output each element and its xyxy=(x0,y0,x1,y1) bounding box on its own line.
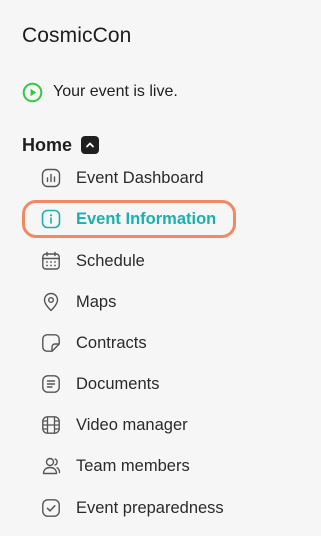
nav-item-team-members[interactable]: Team members xyxy=(22,447,236,485)
team-icon xyxy=(40,455,62,477)
video-icon xyxy=(40,414,62,436)
nav-item-documents[interactable]: Documents xyxy=(22,365,236,403)
nav-label: Team members xyxy=(76,456,190,475)
info-icon xyxy=(40,208,62,230)
nav-label: Event preparedness xyxy=(76,498,224,517)
checklist-icon xyxy=(40,497,62,519)
chart-icon xyxy=(40,167,62,189)
nav-label: Schedule xyxy=(76,251,145,270)
nav-item-schedule[interactable]: Schedule xyxy=(22,242,236,280)
contract-icon xyxy=(40,332,62,354)
map-pin-icon xyxy=(40,291,62,313)
status-text: Your event is live. xyxy=(53,83,178,100)
app-title: CosmicCon xyxy=(22,24,132,47)
nav-label: Event Dashboard xyxy=(76,168,204,187)
nav-item-event-information[interactable]: Event Information xyxy=(22,200,236,238)
sidebar: CosmicCon Your event is live. Home Event… xyxy=(0,0,321,536)
calendar-icon xyxy=(40,250,62,272)
nav-item-event-dashboard[interactable]: Event Dashboard xyxy=(22,159,236,197)
play-circle-icon xyxy=(22,82,43,103)
chevron-up-icon xyxy=(86,142,94,148)
section-header-home: Home xyxy=(22,134,100,156)
event-status: Your event is live. xyxy=(22,81,178,103)
nav-item-video-manager[interactable]: Video manager xyxy=(22,406,236,444)
nav-item-contracts[interactable]: Contracts xyxy=(22,324,236,362)
nav-label: Documents xyxy=(76,374,160,393)
nav-label: Event Information xyxy=(76,209,217,228)
section-title: Home xyxy=(22,134,73,155)
nav-label: Contracts xyxy=(76,333,147,352)
collapse-section-button[interactable] xyxy=(81,136,100,154)
nav-item-event-preparedness[interactable]: Event preparedness xyxy=(22,489,236,527)
nav-label: Maps xyxy=(76,292,117,311)
nav-item-maps[interactable]: Maps xyxy=(22,283,236,321)
nav-label: Video manager xyxy=(76,415,188,434)
document-icon xyxy=(40,373,62,395)
